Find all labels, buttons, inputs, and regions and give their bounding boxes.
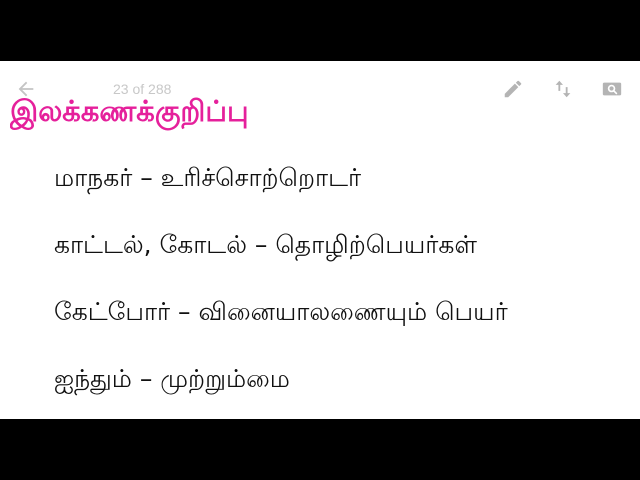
edit-button[interactable] [501, 77, 525, 101]
note-line: மாநகர் – உரிச்சொற்றொடர் [54, 163, 362, 192]
section-heading: இலக்கணக்குறிப்பு [10, 94, 249, 128]
document-viewer: 23 of 288 இலக்கணக்குறிப்பு மாநகர் – உரிச… [0, 61, 640, 419]
pencil-icon [504, 80, 522, 98]
image-search-button[interactable] [600, 77, 624, 101]
grammar-notes-list: மாநகர் – உரிச்சொற்றொடர் காட்டல், கோடல் –… [54, 158, 634, 419]
note-line: காட்டல், கோடல் – தொழிற்பெயர்கள் [54, 230, 477, 259]
letterbox-top [0, 0, 640, 61]
note-line: ஐந்தும் – முற்றும்மை [54, 364, 290, 393]
note-line: கேட்போர் – வினையாலணையும் பெயர் [54, 297, 508, 326]
swap-vertical-icon [555, 80, 571, 98]
image-search-icon [602, 82, 622, 96]
letterbox-bottom [0, 419, 640, 480]
sort-button[interactable] [551, 77, 575, 101]
